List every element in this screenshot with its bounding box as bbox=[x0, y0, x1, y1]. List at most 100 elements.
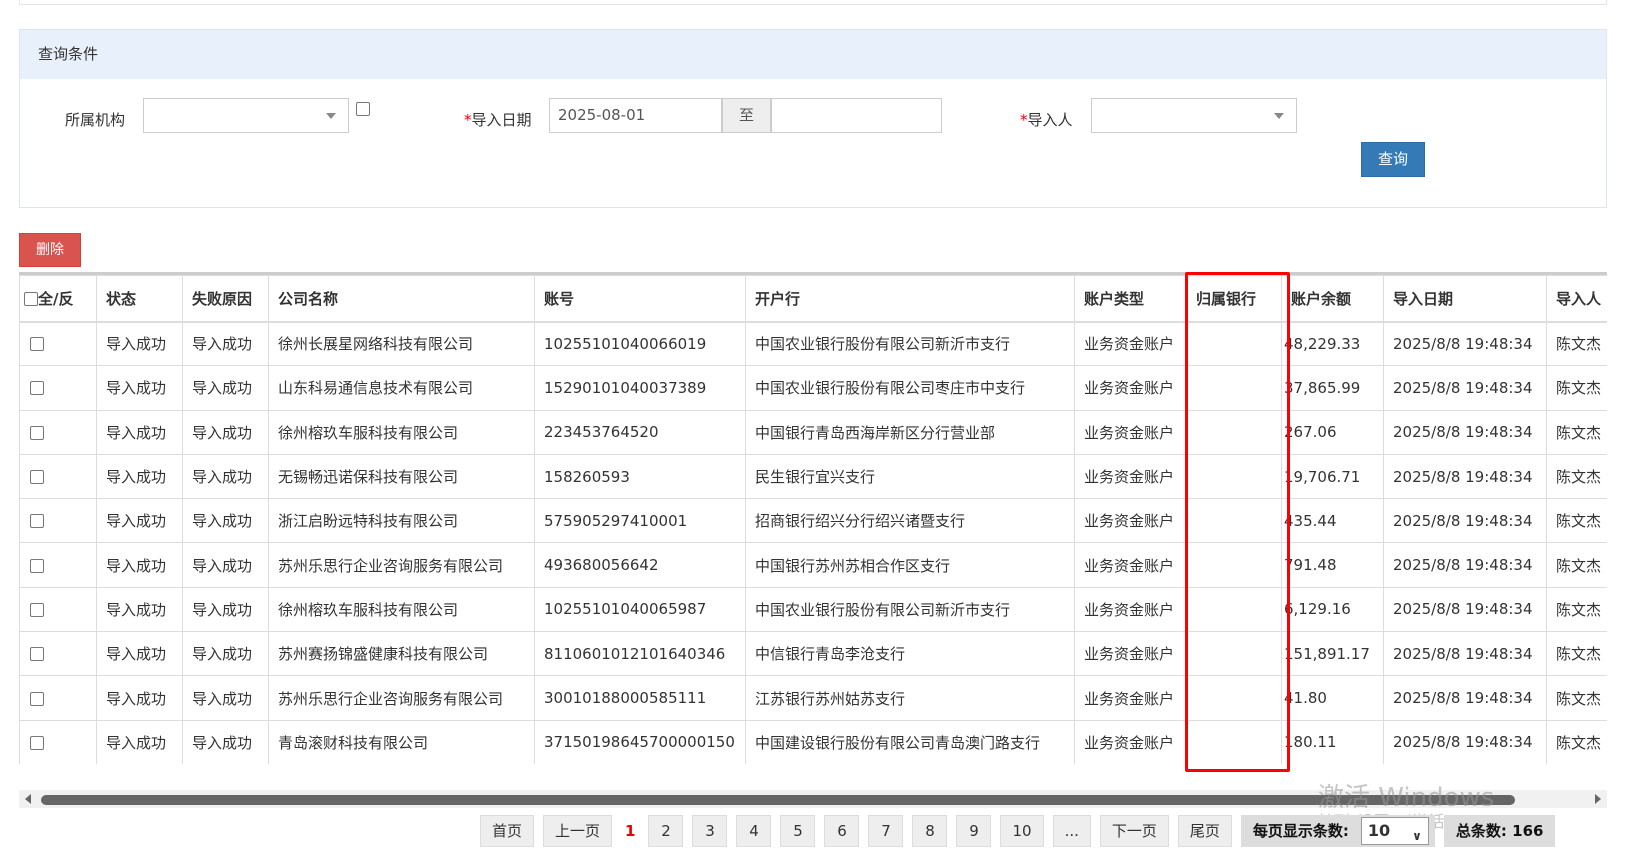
row-checkbox[interactable] bbox=[30, 735, 44, 750]
table-row[interactable]: 导入成功 导入成功 青岛滚财科技有限公司 37150198645700000150 中国… bbox=[19, 719, 1607, 764]
table-cell: 陈文杰 bbox=[1546, 498, 1607, 544]
page-button[interactable]: 4 bbox=[736, 815, 772, 847]
table-cell: 158260593 bbox=[534, 453, 746, 500]
table-row[interactable]: 导入成功 导入成功 徐州榕玖车服科技有限公司 223453764520 中国银行青岛西海… bbox=[19, 409, 1607, 455]
select-all-checkbox[interactable] bbox=[24, 292, 38, 307]
table-cell: 业务资金账户 bbox=[1074, 675, 1187, 721]
table-cell: 15290101040037389 bbox=[534, 365, 746, 411]
scrollbar-thumb[interactable] bbox=[41, 795, 1515, 805]
date-to-input[interactable] bbox=[771, 98, 942, 133]
column-header: 导入人 bbox=[1546, 275, 1607, 323]
table-cell: 19,706.71 bbox=[1281, 453, 1384, 500]
table-cell: 徐州榕玖车服科技有限公司 bbox=[268, 409, 535, 455]
table-cell: 导入成功 bbox=[182, 409, 269, 455]
caret-down-icon bbox=[326, 113, 336, 119]
row-checkbox[interactable] bbox=[30, 470, 44, 485]
table-cell: 导入成功 bbox=[96, 542, 183, 588]
first-page-button[interactable]: 首页 bbox=[480, 815, 535, 847]
table-cell: 导入成功 bbox=[96, 498, 183, 544]
table-cell: 苏州乐思行企业咨询服务有限公司 bbox=[268, 675, 535, 721]
table-cell: 导入成功 bbox=[96, 365, 183, 411]
date-from-input[interactable]: 2025-08-01 bbox=[549, 98, 722, 133]
table-cell: 导入成功 bbox=[96, 320, 183, 367]
table-row[interactable]: 导入成功 导入成功 徐州榕玖车服科技有限公司 10255101040065987 中国农… bbox=[19, 586, 1607, 633]
row-checkbox[interactable] bbox=[30, 337, 44, 352]
table-cell: 导入成功 bbox=[182, 498, 269, 544]
top-panel-edge bbox=[19, 0, 1607, 5]
table-cell: 435.44 bbox=[1281, 498, 1384, 544]
table-cell: 导入成功 bbox=[182, 365, 269, 411]
table-cell: 陈文杰 bbox=[1546, 586, 1607, 633]
table-cell: 48,229.33 bbox=[1281, 320, 1384, 367]
page-button[interactable]: 3 bbox=[692, 815, 728, 847]
next-page-button[interactable]: 下一页 bbox=[1099, 815, 1169, 847]
scroll-right-icon[interactable] bbox=[1595, 794, 1601, 804]
page-button[interactable]: 9 bbox=[956, 815, 992, 847]
page-button[interactable]: 10 bbox=[1000, 815, 1044, 847]
prev-page-button[interactable]: 上一页 bbox=[543, 815, 613, 847]
page-button[interactable]: 7 bbox=[868, 815, 904, 847]
table-cell: 2025/8/8 19:48:34 bbox=[1383, 586, 1547, 633]
table-cell: 2025/8/8 19:48:34 bbox=[1383, 719, 1547, 764]
table-cell: 导入成功 bbox=[96, 675, 183, 721]
importer-select[interactable] bbox=[1091, 98, 1297, 133]
table-cell: 业务资金账户 bbox=[1074, 631, 1187, 677]
org-label: 所属机构 bbox=[65, 111, 126, 129]
column-header: 账户余额 bbox=[1281, 275, 1384, 323]
page-button[interactable]: 6 bbox=[824, 815, 860, 847]
table-cell: 业务资金账户 bbox=[1074, 409, 1187, 455]
query-panel-title: 查询条件 bbox=[20, 30, 1606, 79]
table-cell: 中国建设银行股份有限公司青岛澳门路支行 bbox=[745, 719, 1075, 764]
highlight-box-bank-column bbox=[1185, 272, 1290, 772]
row-checkbox[interactable] bbox=[30, 425, 44, 440]
chevron-down-icon: ∨ bbox=[1412, 829, 1422, 843]
table-cell: 导入成功 bbox=[182, 542, 269, 588]
org-select[interactable] bbox=[143, 98, 349, 133]
table-cell: 山东科易通信息技术有限公司 bbox=[268, 365, 535, 411]
table-cell: 180.11 bbox=[1281, 719, 1384, 764]
table-header-row: 全/反 状态 失败原因 公司名称 账号 开户行 账户类型 归属银行 账户余额 导入日期 导入人 bbox=[19, 275, 1607, 323]
column-header: 开户行 bbox=[745, 275, 1075, 323]
table-cell: 中国银行青岛西海岸新区分行营业部 bbox=[745, 409, 1075, 455]
table-cell: 223453764520 bbox=[534, 409, 746, 455]
scroll-left-icon[interactable] bbox=[25, 794, 31, 804]
page-button[interactable]: 5 bbox=[780, 815, 816, 847]
table-cell: 浙江启盼远特科技有限公司 bbox=[268, 498, 535, 544]
last-page-button[interactable]: 尾页 bbox=[1177, 815, 1232, 847]
table-row[interactable]: 导入成功 导入成功 苏州乐思行企业咨询服务有限公司 30010188000585111… bbox=[19, 675, 1607, 721]
delete-button[interactable]: 删除 bbox=[19, 233, 81, 267]
table-cell: 陈文杰 bbox=[1546, 542, 1607, 588]
horizontal-scrollbar[interactable] bbox=[19, 790, 1607, 808]
table-row[interactable]: 导入成功 导入成功 徐州长展星网络科技有限公司 10255101040066019 中国… bbox=[19, 320, 1607, 367]
query-button[interactable]: 查询 bbox=[1361, 142, 1425, 177]
page-size-select[interactable]: 10 ∨ bbox=[1360, 817, 1429, 845]
row-checkbox[interactable] bbox=[30, 647, 44, 662]
table-row[interactable]: 导入成功 导入成功 山东科易通信息技术有限公司 15290101040037389 中国… bbox=[19, 365, 1607, 411]
page-button[interactable]: 8 bbox=[912, 815, 948, 847]
row-checkbox[interactable] bbox=[30, 558, 44, 573]
table-row[interactable]: 导入成功 导入成功 浙江启盼远特科技有限公司 575905297410001 招商银行绍… bbox=[19, 498, 1607, 544]
row-checkbox[interactable] bbox=[30, 691, 44, 706]
table-cell: 2025/8/8 19:48:34 bbox=[1383, 498, 1547, 544]
table-cell: 陈文杰 bbox=[1546, 409, 1607, 455]
table-cell: 陈文杰 bbox=[1546, 320, 1607, 367]
column-header: 失败原因 bbox=[182, 275, 269, 323]
table-cell: 2025/8/8 19:48:34 bbox=[1383, 453, 1547, 500]
table-row[interactable]: 导入成功 导入成功 苏州乐思行企业咨询服务有限公司 493680056642 中国银行苏… bbox=[19, 542, 1607, 588]
query-panel: 查询条件 所属机构 *导入日期 2025-08-01 至 *导入人 查询 bbox=[19, 29, 1607, 208]
table-row[interactable]: 导入成功 导入成功 苏州赛扬锦盛健康科技有限公司 811060101210164034… bbox=[19, 631, 1607, 677]
table-cell: 导入成功 bbox=[182, 453, 269, 500]
table-cell: 导入成功 bbox=[182, 320, 269, 367]
table-cell: 中国银行苏州苏相合作区支行 bbox=[745, 542, 1075, 588]
row-checkbox[interactable] bbox=[30, 602, 44, 617]
row-checkbox[interactable] bbox=[30, 514, 44, 529]
table-cell: 陈文杰 bbox=[1546, 365, 1607, 411]
include-sub-org-checkbox[interactable] bbox=[356, 102, 370, 116]
table-cell: 2025/8/8 19:48:34 bbox=[1383, 631, 1547, 677]
table-row[interactable]: 导入成功 导入成功 无锡畅迅诺保科技有限公司 158260593 民生银行宜兴支行 业务资… bbox=[19, 453, 1607, 500]
table-cell: 招商银行绍兴分行绍兴诸暨支行 bbox=[745, 498, 1075, 544]
table-cell: 6,129.16 bbox=[1281, 586, 1384, 633]
row-checkbox[interactable] bbox=[30, 381, 44, 396]
page-button[interactable]: 2 bbox=[648, 815, 684, 847]
import-result-table: 全/反 状态 失败原因 公司名称 账号 开户行 账户类型 归属银行 账户余额 导入日期 导入人 导入… bbox=[19, 272, 1607, 764]
